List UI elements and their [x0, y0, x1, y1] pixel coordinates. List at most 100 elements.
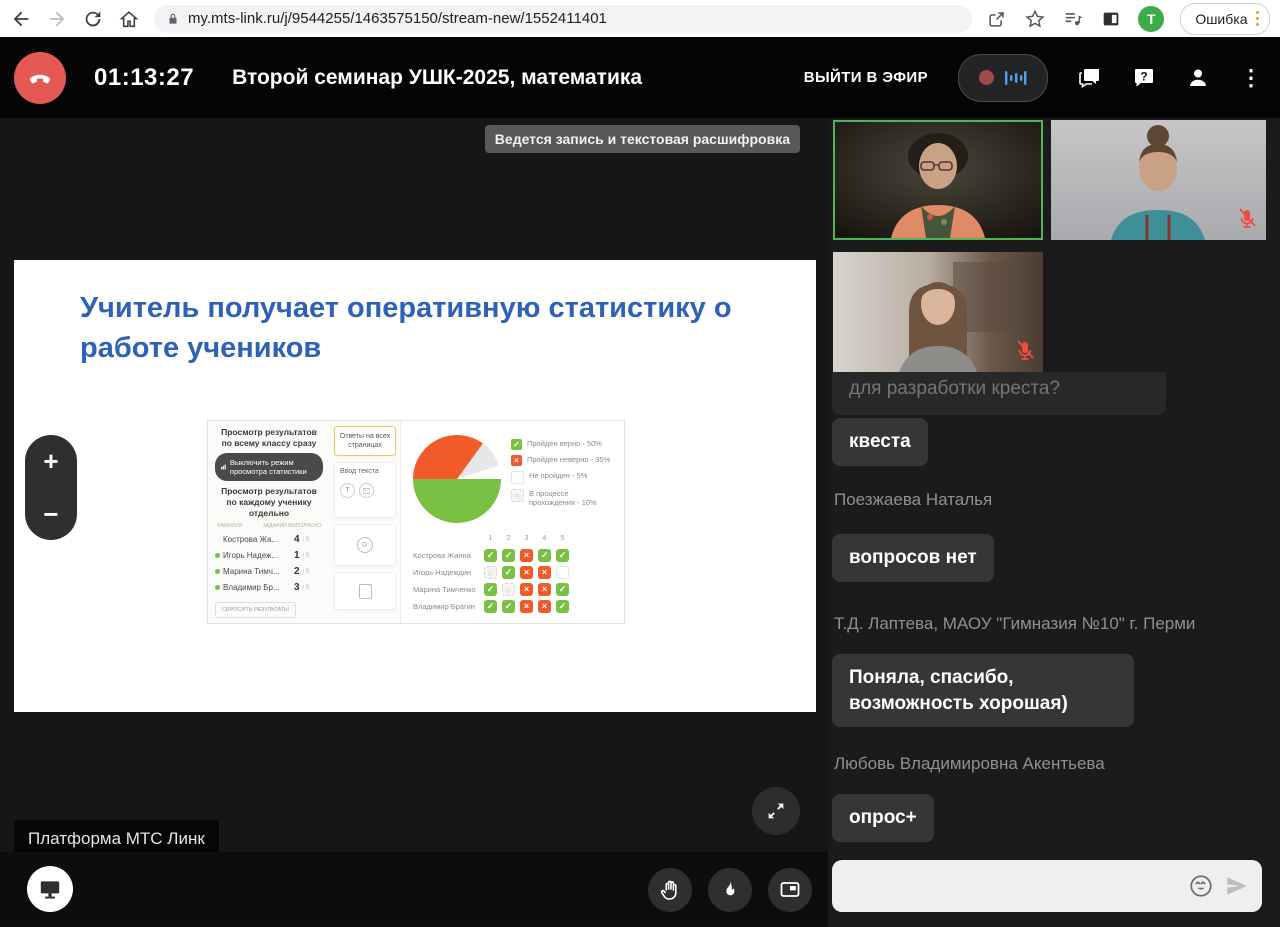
legend-passed-icon: ✓	[511, 439, 522, 450]
fullscreen-button[interactable]	[752, 787, 800, 835]
back-icon[interactable]	[10, 8, 32, 30]
go-live-button[interactable]: ВЫЙТИ В ЭФИР	[804, 69, 928, 86]
media-controls-icon[interactable]	[1062, 8, 1084, 30]
chat-input[interactable]	[844, 876, 1178, 896]
hangup-button[interactable]	[14, 52, 66, 104]
waveform-icon	[1003, 67, 1027, 89]
slide-screenshot: Просмотр результатов по всему классу сра…	[207, 420, 625, 624]
student-row: Игорь Надеж...1/ 5	[215, 550, 323, 561]
pie-chart	[413, 435, 501, 523]
sidebar: для разработки креста? квеста Поезжаева …	[828, 118, 1280, 927]
results-table: 12345 Кострова Жанна✓✓×✓✓ Игорь Надеждин…	[413, 530, 616, 615]
student-row: Марина Тимч...2/ 5	[215, 566, 323, 577]
send-icon[interactable]	[1224, 873, 1250, 899]
chat-icon[interactable]	[1078, 66, 1102, 90]
chat-author: Любовь Владимировна Акентьева	[834, 754, 1105, 774]
bookmark-star-icon[interactable]	[1024, 8, 1046, 30]
view-all-label: Просмотр результатов по всему классу сра…	[215, 427, 323, 448]
zoom-in-button[interactable]: +	[25, 441, 77, 481]
pie-legend: ✓Пройден верно - 50% ×Пройден неверно - …	[511, 439, 616, 508]
side-panel-icon[interactable]	[1100, 8, 1122, 30]
text-input-label: Ввод текста	[340, 468, 379, 475]
legend-notpassed-icon	[511, 471, 524, 484]
file-icon	[359, 584, 372, 599]
monitor-icon	[37, 876, 63, 902]
student-row: Кострова Жа...4/ 5	[215, 534, 323, 545]
chat-message-bubble: Поняла, спасибо, возможность хорошая)	[832, 654, 1134, 727]
pip-button[interactable]	[768, 868, 812, 912]
chat-author: Поезжаева Наталья	[834, 490, 992, 510]
screen-share-button[interactable]	[27, 866, 73, 912]
app-window: my.mts-link.ru/j/9544255/1463575150/stre…	[0, 0, 1280, 927]
video-tile-participant[interactable]	[1051, 120, 1266, 240]
bottom-toolbar	[0, 852, 828, 927]
record-dot-icon	[979, 70, 994, 85]
online-dot-icon	[215, 585, 220, 590]
shot-results-panel: ✓Пройден верно - 50% ×Пройден неверно - …	[400, 421, 624, 623]
video-tile-participant[interactable]	[833, 252, 1043, 372]
forward-icon[interactable]	[46, 8, 68, 30]
chat-message-bubble: квеста	[832, 418, 928, 466]
home-icon[interactable]	[118, 8, 140, 30]
legend-inprogress-icon: ○	[511, 489, 524, 502]
recording-toggle[interactable]	[958, 54, 1048, 102]
more-options-icon[interactable]: ⋮	[1240, 66, 1262, 90]
presentation-stage: Ведется запись и текстовая расшифровка У…	[0, 118, 828, 852]
webinar-header: 01:13:27 Второй семинар УШК-2025, матема…	[0, 37, 1280, 118]
table-row: Владимир Брагин✓✓××✓	[413, 598, 616, 615]
online-dot-icon	[215, 553, 220, 558]
profile-avatar[interactable]: T	[1138, 6, 1164, 32]
chat-message-bubble: опрос+	[832, 794, 934, 842]
view-each-label: Просмотр результатов по каждому ученику …	[215, 486, 323, 518]
expand-icon	[765, 800, 787, 822]
browser-error-label: Ошибка	[1195, 11, 1247, 27]
chat-message-bubble: для разработки креста?	[832, 372, 1166, 415]
file-card	[334, 572, 396, 610]
legend-failed-icon: ×	[511, 455, 522, 466]
url-text: my.mts-link.ru/j/9544255/1463575150/stre…	[188, 10, 607, 27]
students-columns: ФАМИЛИЯЗАДАНИЙ ВЫПОЛНЕНО	[217, 523, 321, 529]
phone-hangup-icon	[26, 64, 54, 92]
online-dot-icon	[215, 569, 220, 574]
browser-actions: T Ошибка	[986, 3, 1270, 35]
shot-left-panel: Просмотр результатов по всему классу сра…	[208, 421, 330, 623]
table-row: Игорь Надеждин○✓××	[413, 564, 616, 581]
share-icon[interactable]	[986, 8, 1008, 30]
stats-mode-label: Выключить режим просмотра статистики	[230, 458, 317, 476]
session-timer: 01:13:27	[94, 64, 194, 92]
participants-icon[interactable]	[1186, 66, 1210, 90]
browser-error-button[interactable]: Ошибка	[1180, 3, 1270, 35]
url-bar[interactable]: my.mts-link.ru/j/9544255/1463575150/stre…	[154, 5, 972, 33]
emoji-icon[interactable]	[1188, 873, 1214, 899]
reset-results-button: СБРОСИТЬ РЕЗУЛЬТАТЫ	[215, 602, 296, 618]
reactions-button[interactable]	[708, 868, 752, 912]
hand-icon	[658, 878, 682, 902]
text-tool-icon: T	[340, 483, 355, 498]
fire-icon	[719, 879, 741, 901]
chat-message-bubble: вопросов нет	[832, 534, 994, 582]
slide: Учитель получает оперативную статистику …	[14, 260, 816, 712]
video-tile-speaker[interactable]	[833, 120, 1043, 240]
raise-hand-button[interactable]	[648, 868, 692, 912]
svg-text:?: ?	[1140, 69, 1147, 83]
zoom-out-button[interactable]: −	[25, 494, 77, 534]
browser-menu-icon	[1256, 11, 1260, 27]
table-row: Марина Тимченко✓○××✓	[413, 581, 616, 598]
reload-icon[interactable]	[82, 8, 104, 30]
recording-badge: Ведется запись и текстовая расшифровка	[485, 125, 800, 153]
answers-card: Ответы на всех страницах	[334, 426, 396, 456]
bar-chart-icon	[221, 463, 226, 471]
webinar-title: Второй семинар УШК-2025, математика	[232, 66, 642, 90]
chat-input-wrap	[832, 860, 1262, 912]
student-row: Владимир Бр...3/ 5	[215, 582, 323, 593]
lock-icon	[166, 12, 180, 26]
table-row: Кострова Жанна✓✓×✓✓	[413, 547, 616, 564]
browser-toolbar: my.mts-link.ru/j/9544255/1463575150/stre…	[0, 0, 1280, 37]
zoom-controls: + −	[25, 435, 77, 540]
help-icon[interactable]: ?	[1132, 66, 1156, 90]
gear-icon	[357, 537, 373, 553]
pip-icon	[778, 878, 802, 902]
stats-mode-button: Выключить режим просмотра статистики	[215, 453, 323, 481]
shot-middle-panel: Ответы на всех страницах Ввод текста T	[330, 421, 400, 623]
image-tool-icon	[359, 483, 374, 498]
